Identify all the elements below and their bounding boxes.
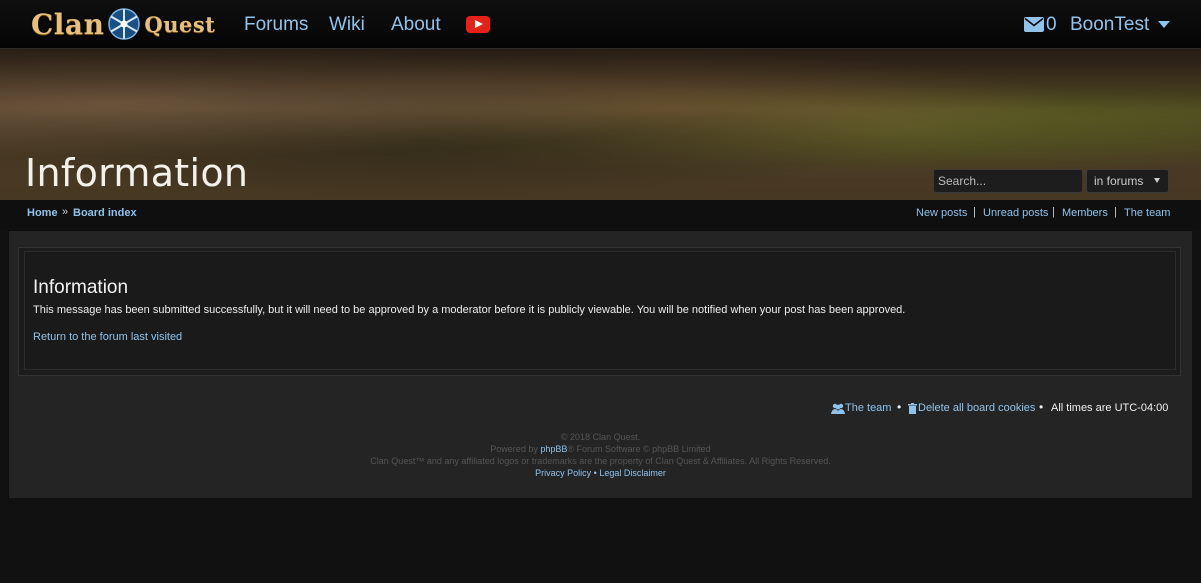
powered-by-line: Powered by phpBB® Forum Software © phpBB… [9, 444, 1192, 454]
messages-count[interactable]: 0 [1046, 14, 1057, 36]
caret-down-icon [1154, 178, 1160, 183]
quick-link-divider: | [1052, 206, 1055, 218]
link-members[interactable]: Members [1062, 207, 1108, 219]
nav-forums[interactable]: Forums [244, 14, 308, 36]
search-scope-select[interactable]: in forums [1086, 169, 1169, 193]
youtube-icon[interactable] [466, 16, 490, 33]
link-new-posts[interactable]: New posts [916, 207, 967, 219]
powered-by-suffix: ® Forum Software © phpBB Limited [567, 444, 711, 454]
trademark-text: Clan Quest™ and any affiliated logos or … [370, 456, 831, 466]
breadcrumb-home[interactable]: Home [27, 207, 58, 219]
page-title: Information [25, 151, 249, 195]
footer-bullet: • [897, 400, 902, 414]
footer-bullet: • [1039, 400, 1044, 414]
link-unread-posts[interactable]: Unread posts [983, 207, 1048, 219]
legal-links: Privacy Policy • Legal Disclaimer [9, 468, 1192, 478]
powered-by-prefix: Powered by [490, 444, 541, 454]
return-link[interactable]: Return to the forum last visited [33, 331, 182, 343]
delete-cookies-link[interactable]: Delete all board cookies [918, 402, 1035, 414]
breadcrumb-board-index[interactable]: Board index [73, 207, 137, 219]
breadcrumb-separator: » [62, 206, 69, 218]
copyright-text: © 2018 Clan Quest. [560, 432, 641, 442]
link-the-team[interactable]: The team [1124, 207, 1170, 219]
chevron-down-icon[interactable] [1158, 21, 1170, 28]
legal-disclaimer-link[interactable]: Legal Disclaimer [599, 468, 666, 478]
quick-link-divider: | [973, 206, 976, 218]
users-icon [831, 403, 845, 414]
nav-about[interactable]: About [391, 14, 441, 36]
message-body: This message has been submitted successf… [33, 304, 906, 316]
phpbb-link[interactable]: phpBB [540, 444, 567, 454]
legal-separator: • [593, 468, 597, 478]
nav-wiki[interactable]: Wiki [329, 14, 365, 36]
clan-quest-logo[interactable]: Clan Quest [31, 6, 215, 42]
privacy-policy-link[interactable]: Privacy Policy [535, 468, 591, 478]
trash-icon [908, 403, 917, 414]
footer-team-link[interactable]: The team [845, 402, 891, 414]
logo-word-quest: Quest [144, 11, 216, 37]
search-input[interactable] [933, 169, 1083, 193]
envelope-icon[interactable] [1024, 17, 1044, 32]
message-title: Information [33, 277, 129, 298]
timezone-text: All times are UTC-04:00 [1051, 402, 1169, 414]
search-scope-value: in forums [1094, 174, 1144, 188]
quick-link-divider: | [1114, 206, 1117, 218]
logo-word-clan: Clan [31, 7, 105, 41]
snowflake-icon [108, 8, 141, 40]
username-menu[interactable]: BoonTest [1070, 14, 1149, 36]
